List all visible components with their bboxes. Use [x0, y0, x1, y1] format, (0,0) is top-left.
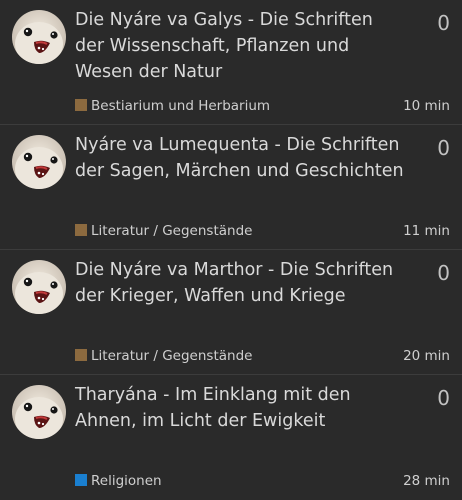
activity-time[interactable]: 10 min [403, 96, 450, 116]
category-color-square [75, 99, 87, 111]
topic-meta: Religionen 28 min [75, 471, 450, 491]
topic-title-link[interactable]: Die Nyáre va Marthor - Die Schriften der… [75, 257, 405, 309]
topic-meta: Bestiarium und Herbarium 10 min [75, 96, 450, 116]
topic-row[interactable]: Nyáre va Lumequenta - Die Schriften der … [0, 125, 462, 250]
topic-title-link[interactable]: Die Nyáre va Galys - Die Schriften der W… [75, 7, 405, 85]
topic-row[interactable]: Tharyána - Im Einklang mit den Ahnen, im… [0, 375, 462, 500]
category-badge[interactable]: Bestiarium und Herbarium [75, 96, 270, 116]
user-avatar[interactable] [12, 385, 66, 439]
activity-time[interactable]: 11 min [403, 221, 450, 241]
user-avatar[interactable] [12, 135, 66, 189]
activity-time[interactable]: 20 min [403, 346, 450, 366]
user-avatar[interactable] [12, 10, 66, 64]
reply-count[interactable]: 0 [437, 385, 450, 411]
bird-avatar-icon [12, 260, 66, 314]
activity-time[interactable]: 28 min [403, 471, 450, 491]
topic-title-link[interactable]: Nyáre va Lumequenta - Die Schriften der … [75, 132, 405, 184]
topic-title-link[interactable]: Tharyána - Im Einklang mit den Ahnen, im… [75, 382, 405, 434]
topic-meta: Literatur / Gegenstände 11 min [75, 221, 450, 241]
category-label: Bestiarium und Herbarium [91, 98, 271, 114]
bird-avatar-icon [12, 385, 66, 439]
category-badge[interactable]: Literatur / Gegenstände [75, 346, 252, 366]
category-label: Literatur / Gegenstände [91, 348, 253, 364]
reply-count[interactable]: 0 [437, 135, 450, 161]
bird-avatar-icon [12, 10, 66, 64]
category-color-square [75, 224, 87, 236]
topic-row[interactable]: Die Nyáre va Galys - Die Schriften der W… [0, 0, 462, 125]
category-label: Religionen [91, 473, 162, 489]
category-badge[interactable]: Literatur / Gegenstände [75, 221, 252, 241]
category-badge[interactable]: Religionen [75, 471, 162, 491]
topic-list: Die Nyáre va Galys - Die Schriften der W… [0, 0, 462, 500]
category-color-square [75, 349, 87, 361]
category-label: Literatur / Gegenstände [91, 223, 253, 239]
reply-count[interactable]: 0 [437, 10, 450, 36]
reply-count[interactable]: 0 [437, 260, 450, 286]
topic-meta: Literatur / Gegenstände 20 min [75, 346, 450, 366]
bird-avatar-icon [12, 135, 66, 189]
user-avatar[interactable] [12, 260, 66, 314]
category-color-square [75, 474, 87, 486]
topic-row[interactable]: Die Nyáre va Marthor - Die Schriften der… [0, 250, 462, 375]
